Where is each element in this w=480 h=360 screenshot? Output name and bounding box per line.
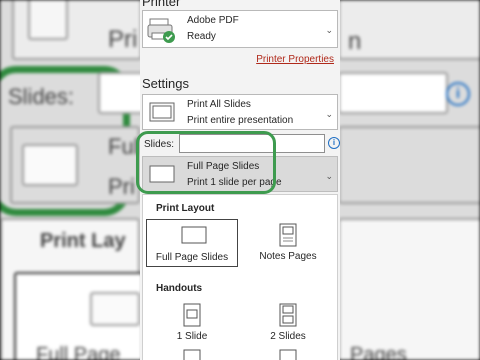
- handout-4-slides-icon: [279, 349, 297, 360]
- full-page-slide-icon: [181, 226, 207, 244]
- bg-printer-icon: [28, 0, 68, 40]
- bg-pages-text: Pages: [350, 344, 407, 360]
- handout-option-label: 1 Slide: [176, 331, 208, 342]
- bg-print-text: Pri: [108, 174, 135, 199]
- bg-layout-icon: [22, 144, 78, 186]
- printer-icon: [147, 18, 175, 43]
- handout-option-label: 2 Slides: [270, 331, 306, 342]
- print-layout-subtitle: Print 1 slide per page: [187, 177, 282, 188]
- slides-input[interactable]: [179, 134, 325, 153]
- slides-stack-icon: [149, 102, 175, 122]
- printer-status: Ready: [187, 31, 216, 42]
- full-page-slide-icon: [149, 165, 175, 183]
- bg-dropdown-box-right: [338, 218, 480, 360]
- print-layout-select[interactable]: Full Page Slides Print 1 slide per page …: [142, 156, 338, 192]
- print-panel: Printer Adobe PDF Ready ⌄ Printer Proper…: [140, 0, 340, 360]
- bg-full-page-text: Full Page: [36, 344, 121, 360]
- print-layout-heading: Print Layout: [156, 203, 215, 214]
- printer-select[interactable]: Adobe PDF Ready ⌄: [142, 10, 338, 48]
- chevron-down-icon: ⌄: [325, 171, 333, 181]
- bg-full-page-icon: [90, 292, 140, 326]
- notes-page-icon: [279, 223, 297, 247]
- bg-full-text: Ful: [108, 134, 139, 159]
- print-layout-title: Full Page Slides: [187, 161, 260, 172]
- layout-option-label: Full Page Slides: [155, 252, 229, 263]
- print-layout-dropdown: Print Layout Full Page Slides Notes Page…: [142, 194, 338, 360]
- print-range-select[interactable]: Print All Slides Print entire presentati…: [142, 94, 338, 130]
- handout-option-2-slides[interactable]: 2 Slides: [243, 299, 333, 345]
- handout-option-1-slide[interactable]: 1 Slide: [149, 299, 235, 345]
- bg-slides-input-right: [338, 72, 448, 114]
- layout-option-notes-pages[interactable]: Notes Pages: [243, 219, 333, 267]
- printer-properties-link[interactable]: Printer Properties: [256, 54, 334, 65]
- handout-1-slide-icon: [183, 303, 201, 327]
- handouts-heading: Handouts: [156, 283, 203, 294]
- bg-print-layout-text: Print Lay: [40, 230, 126, 252]
- handout-2-slides-icon: [279, 303, 297, 327]
- printer-heading: Printer: [142, 0, 181, 9]
- bg-slides-label: Slides:: [8, 84, 75, 109]
- bg-printer-text: Pri: [108, 26, 138, 53]
- handout-3-slides-icon: [183, 349, 201, 360]
- chevron-down-icon: ⌄: [325, 25, 333, 35]
- bg-layout-box-right: [338, 126, 480, 204]
- chevron-down-icon: ⌄: [325, 109, 333, 119]
- slides-label: Slides:: [144, 139, 175, 150]
- info-icon[interactable]: i: [328, 137, 340, 149]
- bg-printer-suffix: n: [348, 28, 362, 55]
- print-range-subtitle: Print entire presentation: [187, 115, 294, 126]
- printer-name: Adobe PDF: [187, 15, 239, 26]
- layout-option-full-page[interactable]: Full Page Slides: [146, 219, 238, 267]
- print-range-title: Print All Slides: [187, 99, 251, 110]
- bg-info-icon: i: [446, 82, 470, 106]
- layout-option-label: Notes Pages: [259, 251, 317, 262]
- settings-heading: Settings: [142, 76, 189, 91]
